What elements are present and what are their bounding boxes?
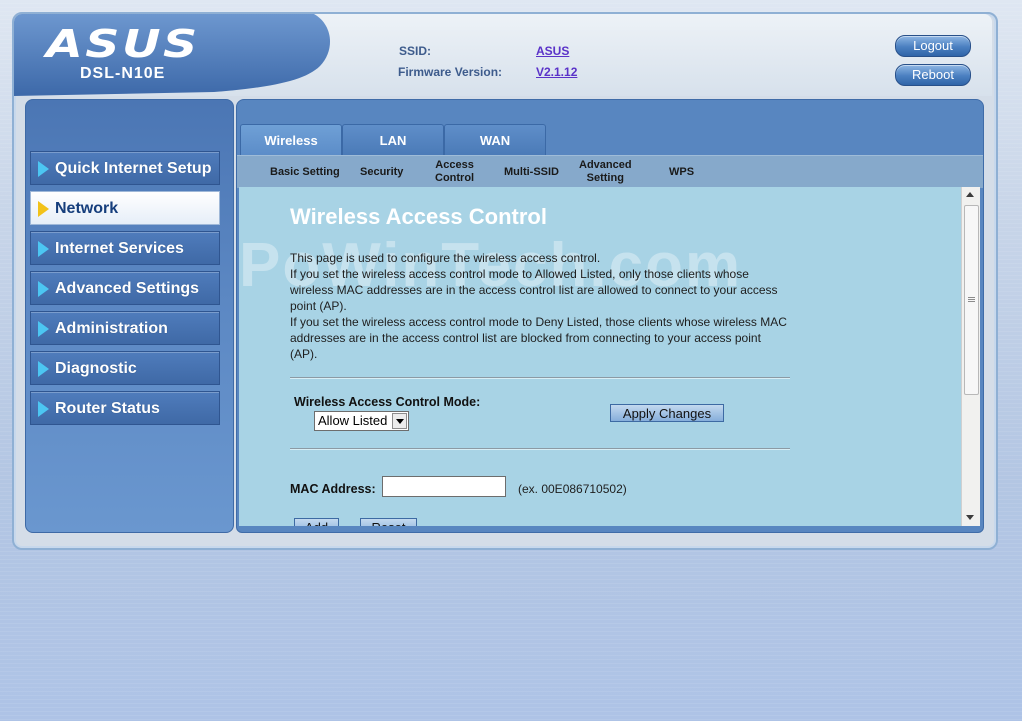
chevron-down-icon[interactable] bbox=[392, 413, 407, 429]
mac-address-input[interactable] bbox=[382, 476, 506, 497]
reset-button[interactable]: Reset bbox=[360, 518, 417, 526]
sidebar-item-label: Advanced Settings bbox=[55, 280, 200, 297]
sidebar-item-internet-services[interactable]: Internet Services bbox=[30, 231, 220, 265]
subtab-label-line1: Access bbox=[435, 159, 474, 171]
arrow-icon bbox=[38, 161, 49, 177]
subtab-label: Multi-SSID bbox=[504, 166, 559, 178]
subtab-wps[interactable]: WPS bbox=[669, 166, 694, 179]
arrow-icon bbox=[38, 281, 49, 297]
sidebar-item-diagnostic[interactable]: Diagnostic bbox=[30, 351, 220, 385]
ssid-label: SSID: bbox=[399, 44, 432, 58]
subtab-label-line2: Control bbox=[435, 172, 475, 184]
grip-icon bbox=[968, 297, 975, 298]
content-area: Wireless LAN WAN Basic Setting Security … bbox=[236, 99, 984, 533]
arrow-icon bbox=[38, 201, 49, 217]
logout-button[interactable]: Logout bbox=[895, 35, 971, 57]
asus-logo: ASUS bbox=[46, 22, 200, 66]
apply-changes-button[interactable]: Apply Changes bbox=[610, 404, 724, 422]
sidebar-item-label: Quick Internet Setup bbox=[55, 160, 212, 177]
tab-wireless[interactable]: Wireless bbox=[240, 124, 342, 156]
sidebar-item-network[interactable]: Network bbox=[30, 191, 220, 225]
subtab-label-line2: Setting bbox=[586, 172, 624, 184]
description-line: If you set the wireless access control m… bbox=[290, 267, 778, 313]
subtab-security[interactable]: Security bbox=[360, 166, 403, 179]
subtab-label: WPS bbox=[669, 166, 695, 178]
arrow-icon bbox=[38, 361, 49, 377]
subtab-basic-setting[interactable]: Basic Setting bbox=[270, 166, 340, 179]
access-control-mode-select[interactable]: Allow Listed bbox=[314, 411, 409, 431]
subtab-multi-ssid[interactable]: Multi-SSID bbox=[504, 166, 559, 179]
scrollbar-thumb[interactable] bbox=[964, 205, 979, 395]
sidebar-item-administration[interactable]: Administration bbox=[30, 311, 220, 345]
ssid-value[interactable]: ASUS bbox=[536, 44, 569, 58]
logo-block: ASUS DSL-N10E bbox=[14, 14, 344, 96]
sidebar-item-label: Internet Services bbox=[55, 240, 184, 257]
subtab-label: Security bbox=[360, 166, 404, 178]
sidebar-item-quick-internet-setup[interactable]: Quick Internet Setup bbox=[30, 151, 220, 185]
sidebar-item-label: Router Status bbox=[55, 400, 160, 417]
add-button[interactable]: Add bbox=[294, 518, 339, 526]
arrow-icon bbox=[38, 241, 49, 257]
settings-panel: PoWinTech.com Wireless Access Control Th… bbox=[239, 187, 961, 526]
arrow-icon bbox=[38, 401, 49, 417]
sidebar-item-label: Diagnostic bbox=[55, 360, 137, 377]
mac-address-label: MAC Address: bbox=[290, 482, 376, 496]
reboot-button[interactable]: Reboot bbox=[895, 64, 971, 86]
sidebar-item-router-status[interactable]: Router Status bbox=[30, 391, 220, 425]
select-value: Allow Listed bbox=[318, 413, 388, 428]
divider bbox=[290, 377, 790, 379]
subtab-label-line1: Advanced bbox=[579, 159, 632, 171]
subtab-bar: Basic Setting Security Access Control Mu… bbox=[237, 155, 983, 188]
tab-lan[interactable]: LAN bbox=[342, 124, 444, 156]
grip-icon bbox=[968, 301, 975, 302]
header: ASUS DSL-N10E SSID: ASUS Firmware Versio… bbox=[14, 14, 992, 96]
sidebar-item-label: Administration bbox=[55, 320, 168, 337]
arrow-icon bbox=[38, 321, 49, 337]
vertical-scrollbar[interactable] bbox=[961, 187, 980, 526]
firmware-value[interactable]: V2.1.12 bbox=[536, 65, 577, 79]
subtab-advanced-setting[interactable]: Advanced Setting bbox=[579, 159, 632, 185]
description: This page is used to configure the wirel… bbox=[290, 250, 790, 362]
sidebar-item-label: Network bbox=[55, 200, 119, 217]
sidebar: Quick Internet Setup Network Internet Se… bbox=[25, 99, 234, 533]
subtab-label: Basic Setting bbox=[270, 166, 340, 178]
description-line: If you set the wireless access control m… bbox=[290, 315, 787, 361]
scroll-down-icon[interactable] bbox=[966, 515, 974, 520]
sidebar-item-advanced-settings[interactable]: Advanced Settings bbox=[30, 271, 220, 305]
description-line: This page is used to configure the wirel… bbox=[290, 251, 601, 265]
firmware-label: Firmware Version: bbox=[398, 65, 503, 79]
subtab-access-control[interactable]: Access Control bbox=[435, 159, 474, 185]
model-name: DSL-N10E bbox=[80, 65, 166, 82]
tab-wan[interactable]: WAN bbox=[444, 124, 546, 156]
grip-icon bbox=[968, 299, 975, 300]
mac-address-hint: (ex. 00E086710502) bbox=[518, 482, 627, 496]
divider bbox=[290, 448, 790, 450]
scroll-up-icon[interactable] bbox=[966, 192, 974, 197]
access-control-mode-label: Wireless Access Control Mode: bbox=[294, 395, 481, 409]
page-title: Wireless Access Control bbox=[290, 204, 547, 229]
